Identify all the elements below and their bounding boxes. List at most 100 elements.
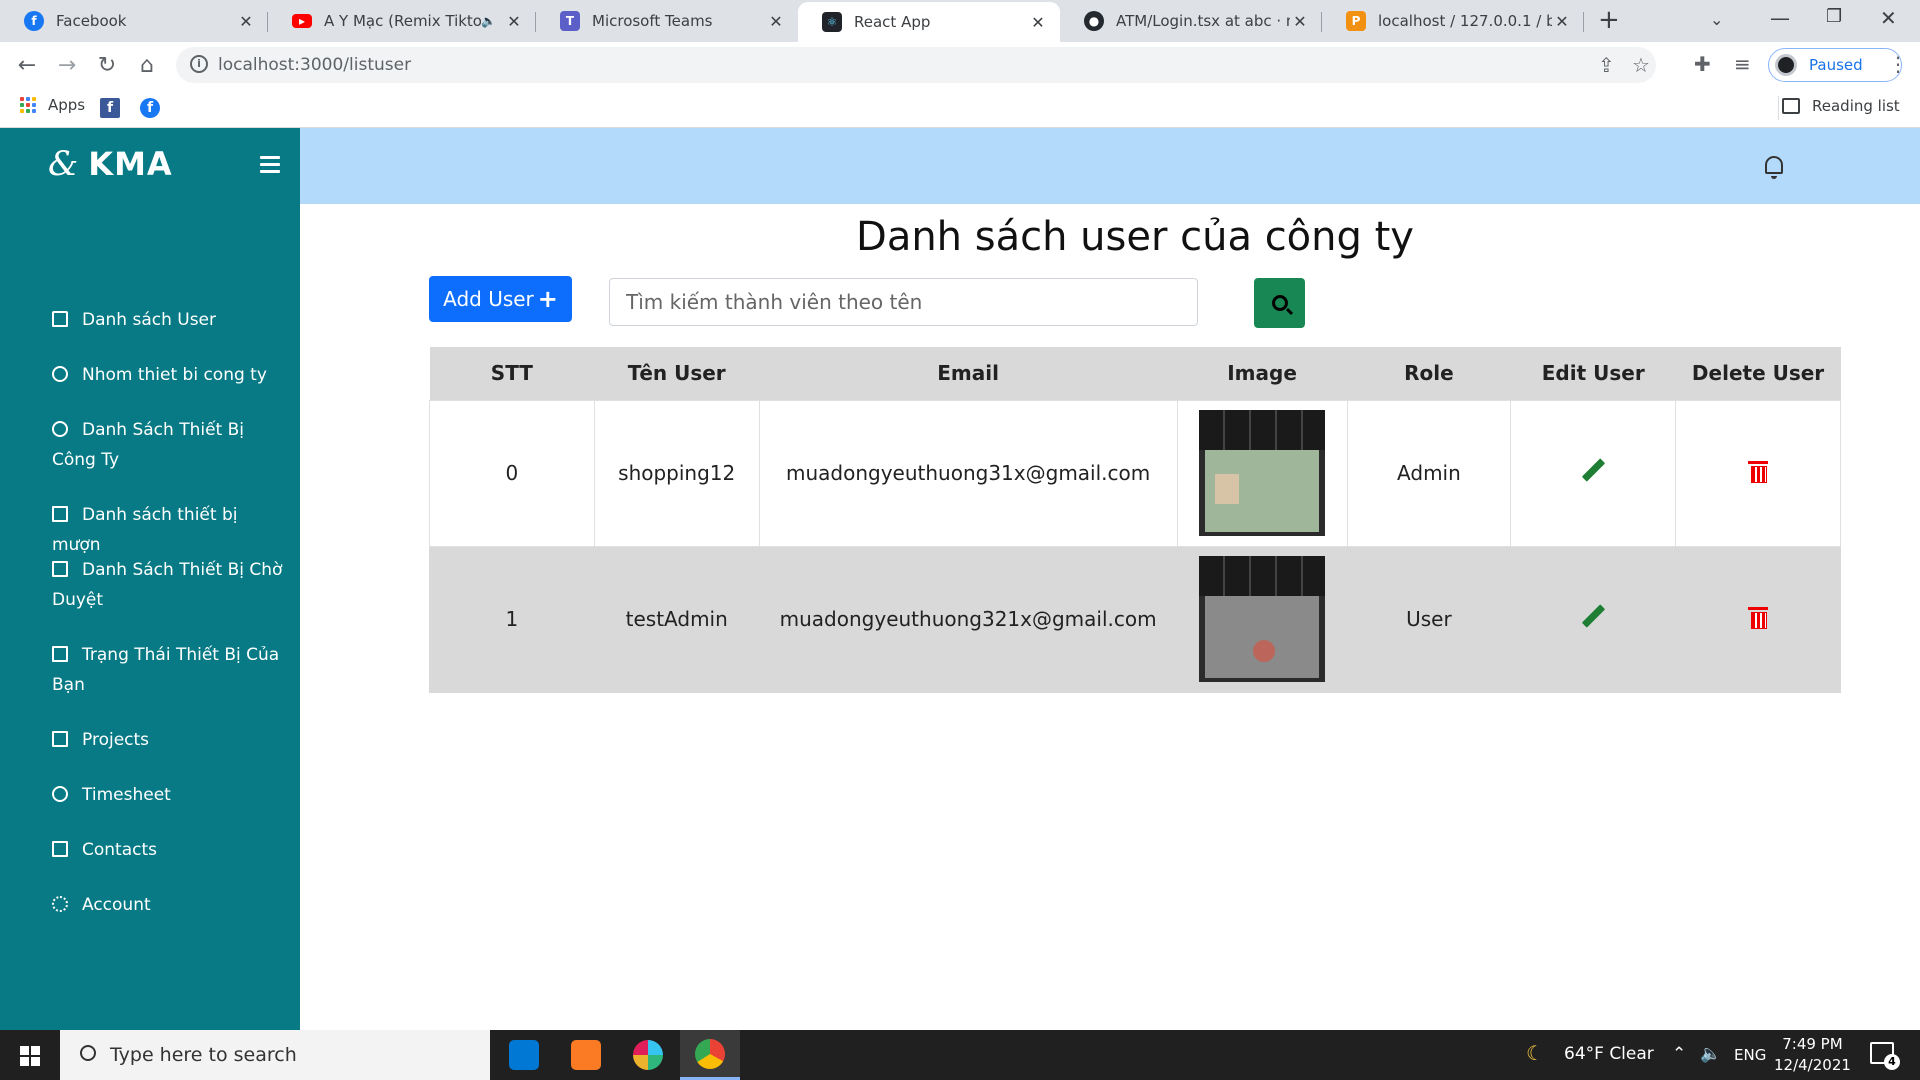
- tab-react-app[interactable]: ⚛ React App ✕: [798, 2, 1060, 42]
- phpmyadmin-icon: P: [1346, 11, 1366, 31]
- sidebar-item-trang-thai-thiet-bi[interactable]: Trạng Thái Thiết Bị Của Bạn: [52, 640, 286, 700]
- add-user-button[interactable]: Add User +: [429, 276, 572, 322]
- facebook-bookmark-icon[interactable]: f: [140, 98, 160, 118]
- sidebar-item-contacts[interactable]: Contacts: [52, 835, 286, 865]
- book-icon: [52, 841, 68, 857]
- notification-icon[interactable]: 4: [1870, 1042, 1900, 1070]
- apps-label: Apps: [48, 96, 86, 114]
- restore-button[interactable]: ❐: [1826, 6, 1842, 27]
- reload-button[interactable]: ↻: [92, 50, 122, 80]
- site-info-icon[interactable]: i: [190, 55, 208, 73]
- bell-icon[interactable]: [1765, 156, 1783, 179]
- forward-button[interactable]: →: [52, 50, 82, 80]
- username-cell: testAdmin: [593, 545, 760, 693]
- close-icon[interactable]: ✕: [766, 12, 786, 31]
- tab-microsoft-teams[interactable]: T Microsoft Teams ✕: [536, 0, 798, 42]
- sidebar-item-label: Contacts: [82, 840, 157, 860]
- tab-facebook[interactable]: f Facebook ✕: [0, 0, 268, 42]
- youtube-icon: ▸: [292, 14, 312, 28]
- search-input[interactable]: [609, 278, 1198, 326]
- bookmark-star-icon[interactable]: ☆: [1632, 53, 1650, 77]
- edit-cell: [1510, 545, 1677, 693]
- system-clock[interactable]: 7:49 PM 12/4/2021: [1774, 1034, 1851, 1076]
- pencil-icon[interactable]: [1581, 605, 1605, 629]
- language-indicator[interactable]: ENG: [1734, 1046, 1766, 1064]
- chrome-taskbar-app[interactable]: [680, 1030, 740, 1080]
- profile-button[interactable]: Paused: [1768, 48, 1902, 82]
- speaker-icon[interactable]: 🔈: [481, 14, 496, 28]
- sidebar-item-timesheet[interactable]: Timesheet: [52, 780, 286, 810]
- image-cell: [1176, 545, 1348, 693]
- chevron-up-icon[interactable]: ⌃: [1672, 1044, 1686, 1064]
- sidebar-item-danh-sach-user[interactable]: Danh sách User: [52, 305, 286, 335]
- close-icon[interactable]: ✕: [1290, 12, 1310, 31]
- sidebar-item-label: Account: [82, 895, 151, 915]
- new-tab-button[interactable]: +: [1598, 5, 1620, 35]
- browser-toolbar: ← → ↻ ⌂ i localhost:3000/listuser ⇪ ☆ ✚ …: [0, 42, 1920, 88]
- sidebar-item-thiet-bi-cho-duyet[interactable]: Danh Sách Thiết Bị Chờ Duyệt: [52, 555, 286, 615]
- windows-start-icon[interactable]: [20, 1046, 40, 1066]
- add-user-label: Add User: [443, 287, 534, 311]
- reading-list[interactable]: Reading list: [1782, 97, 1900, 115]
- trash-icon[interactable]: [1748, 460, 1769, 483]
- tab-search-icon[interactable]: ⌄: [1710, 10, 1723, 29]
- url-text[interactable]: localhost:3000/listuser: [218, 55, 411, 75]
- hamburger-menu-icon[interactable]: [260, 156, 280, 177]
- menu-dots-icon[interactable]: ⋮: [1888, 52, 1908, 76]
- sidebar-item-thiet-bi-muon[interactable]: Danh sách thiết bị mượn: [52, 500, 286, 560]
- brand[interactable]: & KMA: [48, 144, 173, 184]
- trash-icon[interactable]: [1748, 606, 1769, 629]
- user-id-card-image: [1199, 410, 1326, 536]
- table-header-row: STT Tên User Email Image Role Edit User …: [429, 347, 1841, 400]
- volume-icon[interactable]: 🔈: [1700, 1044, 1721, 1064]
- reading-list-icon: [1782, 98, 1800, 114]
- close-icon[interactable]: ✕: [236, 12, 256, 31]
- stt-cell: 0: [429, 399, 595, 547]
- close-icon[interactable]: ✕: [1552, 12, 1572, 31]
- sidebar-item-label: Timesheet: [82, 785, 171, 805]
- tab-github[interactable]: ● ATM/Login.tsx at abc · mua ✕: [1060, 0, 1322, 42]
- close-icon[interactable]: ✕: [1028, 13, 1048, 32]
- search-button[interactable]: [1254, 278, 1305, 328]
- column-header: Tên User: [594, 347, 760, 400]
- vscode-taskbar-app[interactable]: [494, 1030, 554, 1080]
- minimize-button[interactable]: —: [1770, 6, 1790, 30]
- sidebar-item-thiet-bi-cong-ty[interactable]: Danh Sách Thiết Bị Công Ty: [52, 415, 286, 475]
- top-header: [300, 128, 1920, 204]
- share-icon[interactable]: ⇪: [1598, 53, 1615, 77]
- windows-taskbar: Type here to search ☾ 64°F Clear ⌃ 🔈 ENG…: [0, 1030, 1920, 1080]
- back-button[interactable]: ←: [12, 50, 42, 80]
- column-header: Delete User: [1675, 347, 1841, 400]
- address-bar[interactable]: i localhost:3000/listuser ⇪ ☆: [176, 47, 1656, 83]
- notification-count: 4: [1884, 1054, 1900, 1070]
- tab-title: A Y Mạc (Remix Tiktok: [324, 12, 482, 30]
- slack-taskbar-app[interactable]: [618, 1030, 678, 1080]
- tab-youtube[interactable]: ▸ A Y Mạc (Remix Tiktok 🔈 ✕: [268, 0, 536, 42]
- close-icon[interactable]: ✕: [504, 12, 524, 31]
- home-button[interactable]: ⌂: [132, 50, 162, 80]
- teams-icon: T: [560, 11, 580, 31]
- weather-text[interactable]: 64°F Clear: [1564, 1044, 1654, 1064]
- folder-icon: [52, 731, 68, 747]
- extensions-icon[interactable]: ✚: [1694, 52, 1711, 76]
- avatar: [1775, 54, 1797, 76]
- pencil-icon[interactable]: [1581, 459, 1605, 483]
- chrome-icon: [695, 1038, 725, 1069]
- clock-icon: [52, 786, 68, 802]
- tab-title: localhost / 127.0.0.1 / btl / t: [1378, 12, 1552, 30]
- sidebar: & KMA Danh sách User Nhom thiet bi cong …: [0, 128, 300, 1030]
- tab-title: ATM/Login.tsx at abc · mua: [1116, 12, 1290, 30]
- media-control-icon[interactable]: ≡: [1734, 52, 1751, 76]
- tab-title: Facebook: [56, 12, 127, 30]
- sidebar-item-nhom-thiet-bi[interactable]: Nhom thiet bi cong ty: [52, 360, 286, 390]
- email-cell: muadongyeuthuong31x@gmail.com: [758, 399, 1178, 547]
- bookmark-apps[interactable]: Apps: [20, 96, 85, 114]
- smile-icon: [52, 421, 68, 437]
- taskbar-search[interactable]: Type here to search: [60, 1030, 490, 1080]
- facebook-bookmark-icon[interactable]: f: [100, 98, 120, 118]
- tab-phpmyadmin[interactable]: P localhost / 127.0.0.1 / btl / t ✕: [1322, 0, 1584, 42]
- sidebar-item-account[interactable]: Account: [52, 890, 286, 920]
- xampp-taskbar-app[interactable]: [556, 1030, 616, 1080]
- close-window-button[interactable]: ✕: [1880, 6, 1897, 30]
- sidebar-item-projects[interactable]: Projects: [52, 725, 286, 755]
